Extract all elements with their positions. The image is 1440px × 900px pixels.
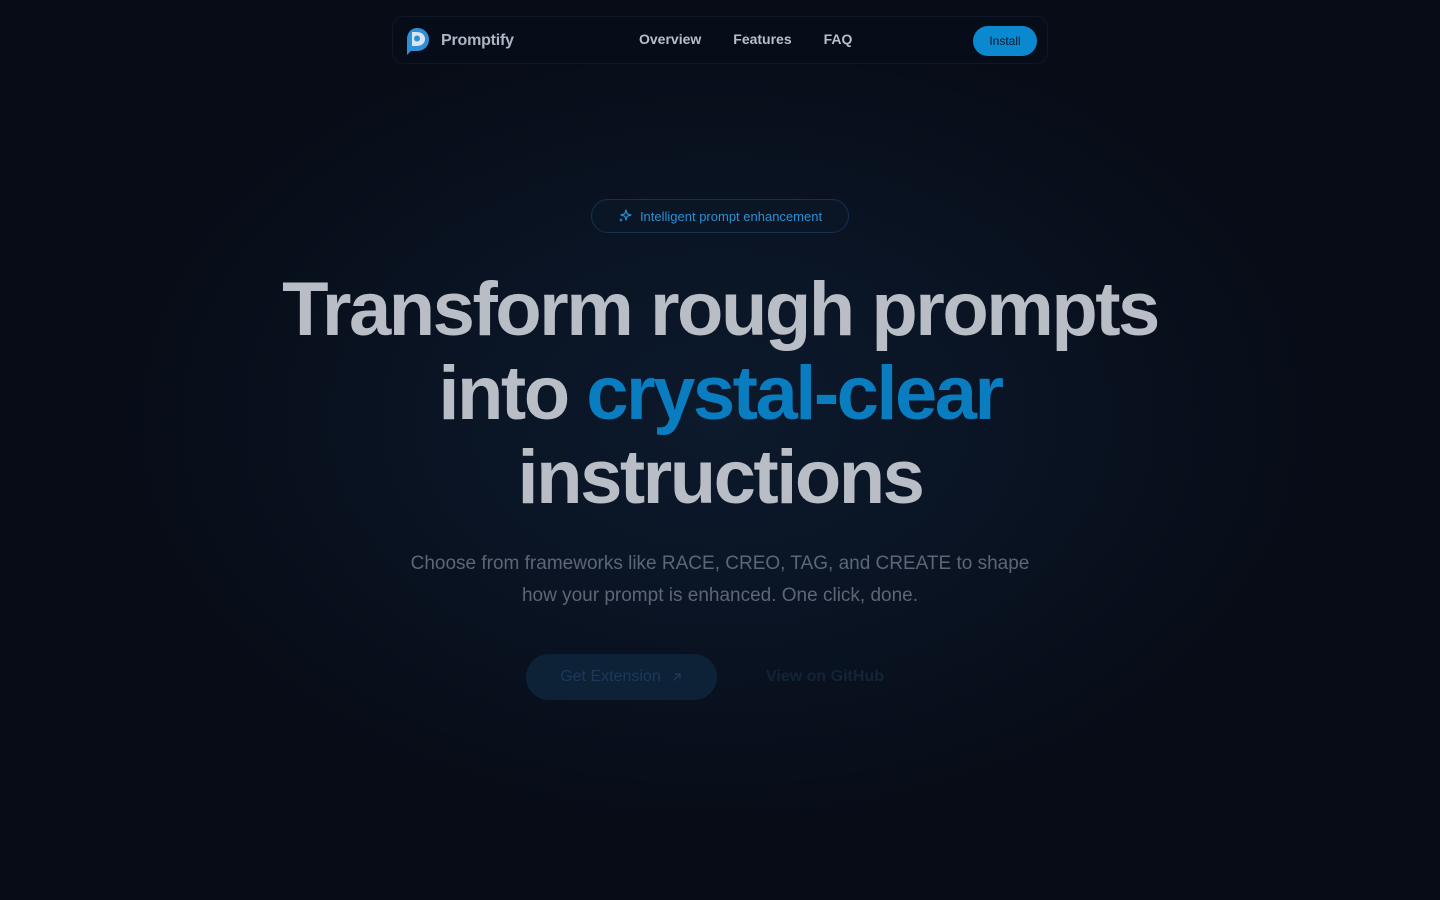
- top-navbar: Promptify Overview Features FAQ Install: [392, 16, 1048, 64]
- hero-headline: Transform rough prompts into crystal-cle…: [220, 268, 1220, 520]
- subtitle-line-2: how your prompt is enhanced. One click, …: [521, 585, 919, 606]
- get-extension-button[interactable]: Get Extension: [526, 654, 717, 700]
- speech-bubble-p-icon: [407, 28, 429, 55]
- brand-name: Promptify: [441, 32, 514, 49]
- install-button[interactable]: Install: [973, 26, 1037, 56]
- sparkles-icon: [618, 209, 632, 222]
- nav-link-faq[interactable]: FAQ: [824, 31, 853, 47]
- headline-accent: crystal-clear: [586, 351, 1004, 436]
- badge-text: Intelligent prompt enhancement: [639, 208, 823, 224]
- hero-subtitle: Choose from frameworks like RACE, CREO, …: [380, 548, 1060, 612]
- headline-line-1: Transform rough prompts: [282, 267, 1160, 352]
- view-on-github-link[interactable]: View on GitHub: [748, 654, 902, 700]
- nav-link-overview[interactable]: Overview: [639, 31, 701, 47]
- nav-link-features[interactable]: Features: [733, 31, 791, 47]
- subtitle-line-1: Choose from frameworks like RACE, CREO, …: [410, 553, 1030, 574]
- headline-line-2-prefix: into: [438, 351, 587, 436]
- headline-line-3: instructions: [517, 435, 925, 520]
- get-extension-label: Get Extension: [560, 668, 661, 685]
- nav-links: Overview Features FAQ: [639, 31, 852, 47]
- external-arrow-icon: [673, 673, 681, 681]
- brand-home-link[interactable]: Promptify: [403, 26, 514, 56]
- feature-badge: Intelligent prompt enhancement: [591, 199, 849, 233]
